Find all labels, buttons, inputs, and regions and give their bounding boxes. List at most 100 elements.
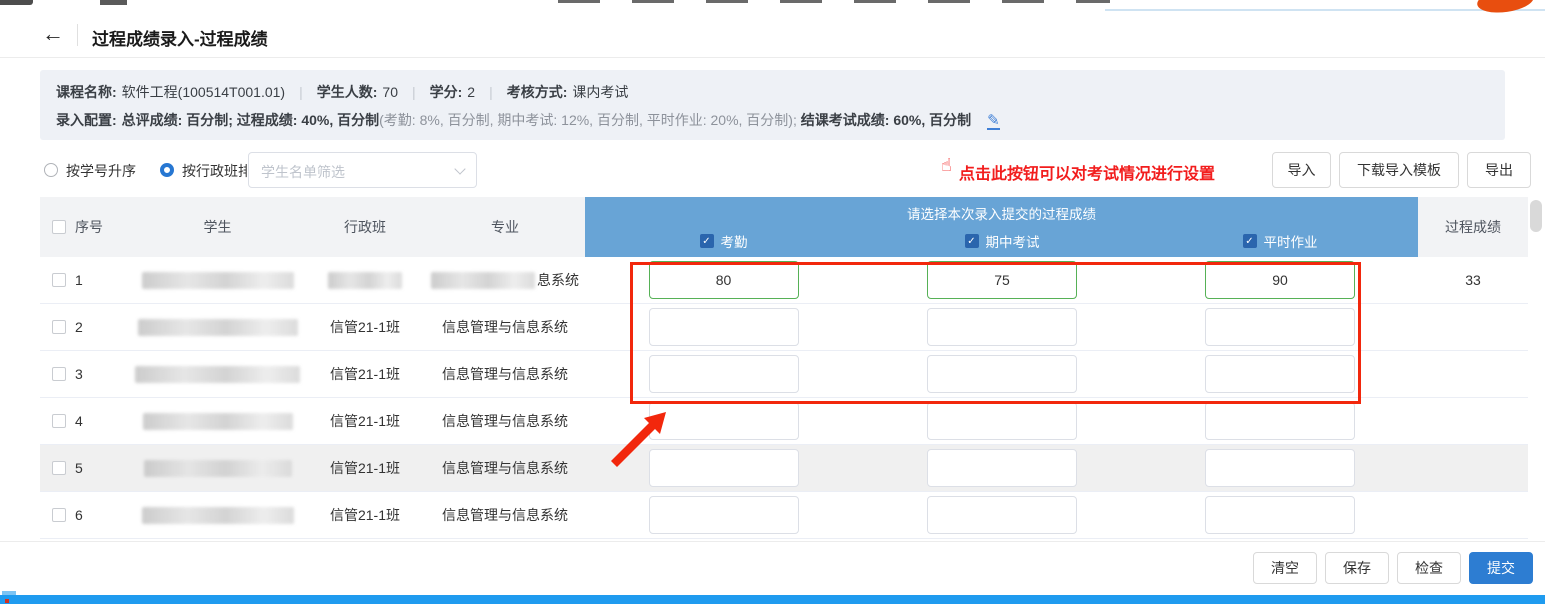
- score-cell: [1142, 492, 1418, 538]
- download-template-button[interactable]: 下载导入模板: [1339, 152, 1459, 188]
- score-cell: [862, 304, 1142, 350]
- score-cell: [585, 351, 862, 397]
- score-cell: [1142, 445, 1418, 491]
- score-cell: [585, 304, 862, 350]
- annotation-text: 点击此按钮可以对考试情况进行设置: [959, 160, 1215, 184]
- score-input-homework[interactable]: [1205, 449, 1355, 487]
- import-button[interactable]: 导入: [1272, 152, 1331, 188]
- export-button[interactable]: 导出: [1467, 152, 1531, 188]
- chevron-down-icon: [454, 163, 465, 174]
- course-name-label: 课程名称:: [56, 84, 117, 100]
- row-select-cell: [52, 492, 72, 538]
- clear-button[interactable]: 清空: [1253, 552, 1317, 584]
- column-header-process: 过程成绩: [1418, 197, 1528, 257]
- column-toggle-homework[interactable]: ✓平时作业: [1142, 225, 1418, 257]
- select-all-cell: [52, 197, 72, 257]
- score-cell: [1142, 257, 1418, 303]
- credit-value: 2: [467, 84, 475, 100]
- score-group-title: 请选择本次录入提交的过程成绩: [585, 197, 1418, 225]
- score-input-attendance[interactable]: [649, 261, 799, 299]
- page-title: 过程成绩录入-过程成绩: [92, 25, 268, 50]
- header-divider: [0, 57, 1545, 58]
- midterm-checkbox[interactable]: ✓: [965, 234, 979, 248]
- score-input-homework[interactable]: [1205, 261, 1355, 299]
- radio-sort-by-id[interactable]: [44, 163, 58, 177]
- score-input-attendance[interactable]: [649, 496, 799, 534]
- radio-sort-by-class[interactable]: [160, 163, 174, 177]
- score-input-homework[interactable]: [1205, 355, 1355, 393]
- top-window-fragment: [0, 0, 33, 5]
- score-input-midterm[interactable]: [927, 308, 1077, 346]
- course-info-line: 课程名称:软件工程(100514T001.01)|学生人数:70|学分:2|考核…: [56, 82, 628, 102]
- course-name-value: 软件工程(100514T001.01): [122, 84, 285, 100]
- save-button[interactable]: 保存: [1325, 552, 1389, 584]
- table-row: 1息系统33: [40, 257, 1528, 304]
- score-input-homework[interactable]: [1205, 308, 1355, 346]
- score-input-midterm[interactable]: [927, 449, 1077, 487]
- row-student: [130, 445, 305, 491]
- score-cell: [585, 492, 862, 538]
- row-seq: 6: [72, 492, 130, 538]
- separator: |: [299, 84, 303, 100]
- row-student: [130, 257, 305, 303]
- row-checkbox[interactable]: [52, 273, 66, 287]
- row-major: 信息管理与信息系统: [425, 351, 585, 397]
- column-toggle-attendance[interactable]: ✓ 考勤: [585, 225, 862, 257]
- bottom-bar: [0, 595, 1545, 604]
- redacted-class: [328, 272, 402, 289]
- score-input-midterm[interactable]: [927, 261, 1077, 299]
- top-window-fragment: [558, 0, 1110, 3]
- credit-label: 学分:: [430, 84, 463, 100]
- score-input-midterm[interactable]: [927, 355, 1077, 393]
- score-input-midterm[interactable]: [927, 402, 1077, 440]
- title-divider: [77, 24, 78, 46]
- column-header-seq: 序号: [72, 197, 130, 257]
- row-class: 信管21-1班: [305, 492, 425, 538]
- row-checkbox[interactable]: [52, 508, 66, 522]
- score-cell: [585, 257, 862, 303]
- vertical-scrollbar-thumb[interactable]: [1530, 200, 1542, 232]
- row-seq: 3: [72, 351, 130, 397]
- row-class: 信管21-1班: [305, 351, 425, 397]
- row-class: [305, 257, 425, 303]
- row-major-visible-text: 息系统: [537, 270, 579, 290]
- row-process-score: [1418, 304, 1528, 350]
- score-input-attendance[interactable]: [649, 402, 799, 440]
- row-process-score: [1418, 398, 1528, 444]
- row-class: 信管21-1班: [305, 398, 425, 444]
- score-input-homework[interactable]: [1205, 496, 1355, 534]
- row-major: 息系统: [425, 257, 585, 303]
- submit-button[interactable]: 提交: [1469, 552, 1533, 584]
- score-cell: [862, 257, 1142, 303]
- row-checkbox[interactable]: [52, 414, 66, 428]
- score-input-attendance[interactable]: [649, 449, 799, 487]
- score-cell: [1142, 304, 1418, 350]
- attendance-checkbox[interactable]: ✓: [700, 234, 714, 248]
- row-process-score: 33: [1418, 257, 1528, 303]
- edit-config-icon[interactable]: ✎: [987, 114, 1000, 130]
- score-input-midterm[interactable]: [927, 496, 1077, 534]
- check-button[interactable]: 检查: [1397, 552, 1461, 584]
- select-all-checkbox[interactable]: [52, 220, 66, 234]
- score-input-homework[interactable]: [1205, 402, 1355, 440]
- row-major: 信息管理与信息系统: [425, 398, 585, 444]
- row-checkbox[interactable]: [52, 461, 66, 475]
- row-checkbox[interactable]: [52, 320, 66, 334]
- student-count-value: 70: [382, 84, 398, 100]
- table-row: 3 信管21-1班信息管理与信息系统: [40, 351, 1528, 398]
- back-arrow-icon[interactable]: ←: [42, 21, 64, 47]
- homework-checkbox[interactable]: ✓: [1243, 234, 1257, 248]
- assessment-method-value: 课内考试: [572, 84, 628, 100]
- attendance-label: 考勤: [721, 231, 748, 251]
- score-cell: [862, 398, 1142, 444]
- row-checkbox[interactable]: [52, 367, 66, 381]
- student-filter-select[interactable]: 学生名单筛选: [248, 152, 477, 188]
- pointing-hand-icon: ☝: [941, 155, 952, 176]
- radio-sort-by-id-label[interactable]: 按学号升序: [66, 161, 136, 181]
- column-toggle-midterm[interactable]: ✓期中考试: [862, 225, 1142, 257]
- score-input-attendance[interactable]: [649, 355, 799, 393]
- bottom-bar-fragment: [5, 599, 9, 603]
- score-input-attendance[interactable]: [649, 308, 799, 346]
- row-pad: [40, 257, 52, 303]
- row-student: [130, 304, 305, 350]
